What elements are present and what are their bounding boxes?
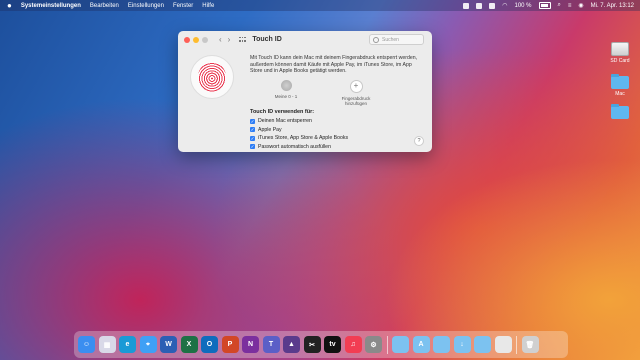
control-center-icon[interactable]: ≡	[568, 3, 572, 9]
apple-menu-icon[interactable]: ●	[7, 1, 12, 10]
folder-files-icon[interactable]	[474, 336, 491, 353]
desktop-icon-label: SD Card	[610, 58, 630, 64]
forward-chevron-icon[interactable]: ›	[228, 35, 231, 44]
affinity-icon[interactable]: ▲	[283, 336, 300, 353]
fingerprint-item[interactable]: Meine 0 - 1	[264, 80, 308, 106]
zoom-button[interactable]	[202, 36, 208, 43]
search-icon	[373, 36, 379, 43]
use-label: Deinen Mac entsperren	[258, 118, 312, 125]
onenote-icon[interactable]: N	[242, 336, 259, 353]
menu-app-name[interactable]: Systemeinstellungen	[21, 3, 81, 9]
apple-tv-icon[interactable]: tv	[324, 336, 341, 353]
window-title: Touch ID	[252, 36, 282, 43]
final-cut-icon[interactable]: ✂	[303, 336, 321, 353]
checkbox-checked-icon[interactable]: ✓	[250, 135, 255, 141]
folder-icon[interactable]	[392, 336, 409, 353]
use-password-autofill[interactable]: ✓ Passwort automatisch ausfüllen	[250, 143, 348, 152]
word-icon[interactable]: W	[160, 336, 177, 353]
use-label: Apple Pay	[258, 126, 282, 133]
spotlight-icon[interactable]: ⌕	[558, 2, 561, 9]
plus-icon: +	[349, 80, 363, 93]
folder-icon	[611, 104, 629, 119]
battery-icon[interactable]	[538, 2, 551, 9]
fingerprint-icon	[198, 62, 226, 92]
safari-icon[interactable]: ⌖	[139, 336, 157, 353]
folder-apps-icon[interactable]: A	[412, 336, 430, 353]
search-field[interactable]: Suchen	[369, 34, 424, 45]
dock: ☺ ▦ e ⌖ W X O P N T ▲ ✂ tv ♫ ⚙ A ↓ 🗑	[74, 331, 568, 358]
close-button[interactable]	[184, 36, 190, 43]
outlook-icon[interactable]: O	[201, 336, 218, 353]
touch-id-window: ‹ › Touch ID Suchen Mit Touch ID kann de…	[178, 31, 432, 152]
system-preferences-icon[interactable]: ⚙	[365, 336, 382, 353]
dock-separator	[516, 335, 517, 354]
checkbox-checked-icon[interactable]: ✓	[250, 118, 255, 124]
menu-datetime[interactable]: Mi. 7. Apr. 13:12	[591, 3, 634, 9]
fingerprint-label: Meine 0 - 1	[274, 94, 298, 99]
trash-icon[interactable]: 🗑	[521, 336, 539, 353]
folder-downloads-icon[interactable]: ↓	[453, 336, 471, 353]
drive-icon	[611, 42, 629, 56]
uses-title: Touch ID verwenden für:	[250, 109, 315, 115]
use-unlock-mac[interactable]: ✓ Deinen Mac entsperren	[250, 117, 348, 126]
window-titlebar[interactable]: ‹ › Touch ID Suchen	[178, 31, 432, 48]
menu-fenster[interactable]: Fenster	[173, 3, 193, 9]
use-apple-pay[interactable]: ✓ Apple Pay	[250, 126, 348, 135]
menu-bar: ● Systemeinstellungen Bearbeiten Einstel…	[0, 0, 640, 11]
desktop-icon-mac[interactable]: Mac	[606, 74, 634, 97]
status-icon-3[interactable]	[489, 2, 496, 9]
finder-icon[interactable]: ☺	[78, 336, 95, 353]
wifi-icon[interactable]: ◠	[502, 2, 507, 9]
teams-icon[interactable]: T	[262, 336, 280, 353]
status-icon-1[interactable]	[463, 2, 470, 9]
desktop-icon-label: Mac	[615, 91, 625, 97]
desktop-icon-sd-card[interactable]: SD Card	[606, 42, 634, 64]
intro-text: Mit Touch ID kann dein Mac mit deinem Fi…	[250, 55, 418, 75]
dock-separator	[386, 335, 388, 354]
help-button[interactable]: ?	[414, 136, 424, 146]
folder-docs-icon[interactable]	[433, 336, 450, 353]
powerpoint-icon[interactable]: P	[221, 336, 239, 353]
add-fingerprint-label: Fingerabdruck hinzufügen	[341, 96, 371, 106]
show-all-grid-icon[interactable]	[239, 36, 246, 43]
uses-list: ✓ Deinen Mac entsperren ✓ Apple Pay ✓ iT…	[250, 117, 348, 151]
use-label: iTunes Store, App Store & Apple Books	[258, 135, 349, 142]
fingerprint-list: Meine 0 - 1 + Fingerabdruck hinzufügen	[264, 80, 378, 106]
music-icon[interactable]: ♫	[344, 336, 362, 353]
use-stores[interactable]: ✓ iTunes Store, App Store & Apple Books	[250, 134, 348, 143]
menu-bearbeiten[interactable]: Bearbeiten	[90, 3, 119, 9]
window-preview-icon[interactable]	[494, 336, 512, 353]
checkbox-checked-icon[interactable]: ✓	[250, 144, 255, 150]
menu-hilfe[interactable]: Hilfe	[202, 3, 214, 9]
fingerprint-disc-icon	[280, 80, 292, 91]
siri-icon[interactable]: ◉	[578, 2, 583, 9]
search-placeholder: Suchen	[382, 36, 399, 43]
back-chevron-icon[interactable]: ‹	[219, 35, 222, 44]
status-icon-2[interactable]	[476, 2, 483, 9]
excel-icon[interactable]: X	[180, 336, 198, 353]
checkbox-checked-icon[interactable]: ✓	[250, 127, 255, 133]
battery-percent: 100 %	[514, 2, 532, 9]
touch-id-logo	[190, 55, 234, 99]
launchpad-icon[interactable]: ▦	[98, 336, 116, 353]
folder-icon	[611, 74, 629, 89]
add-fingerprint-button[interactable]: + Fingerabdruck hinzufügen	[334, 80, 378, 106]
edge-icon[interactable]: e	[119, 336, 136, 353]
menu-einstellungen[interactable]: Einstellungen	[128, 3, 164, 9]
use-label: Passwort automatisch ausfüllen	[258, 143, 331, 150]
desktop-icon-folder[interactable]	[606, 104, 634, 121]
minimize-button[interactable]	[193, 36, 199, 43]
